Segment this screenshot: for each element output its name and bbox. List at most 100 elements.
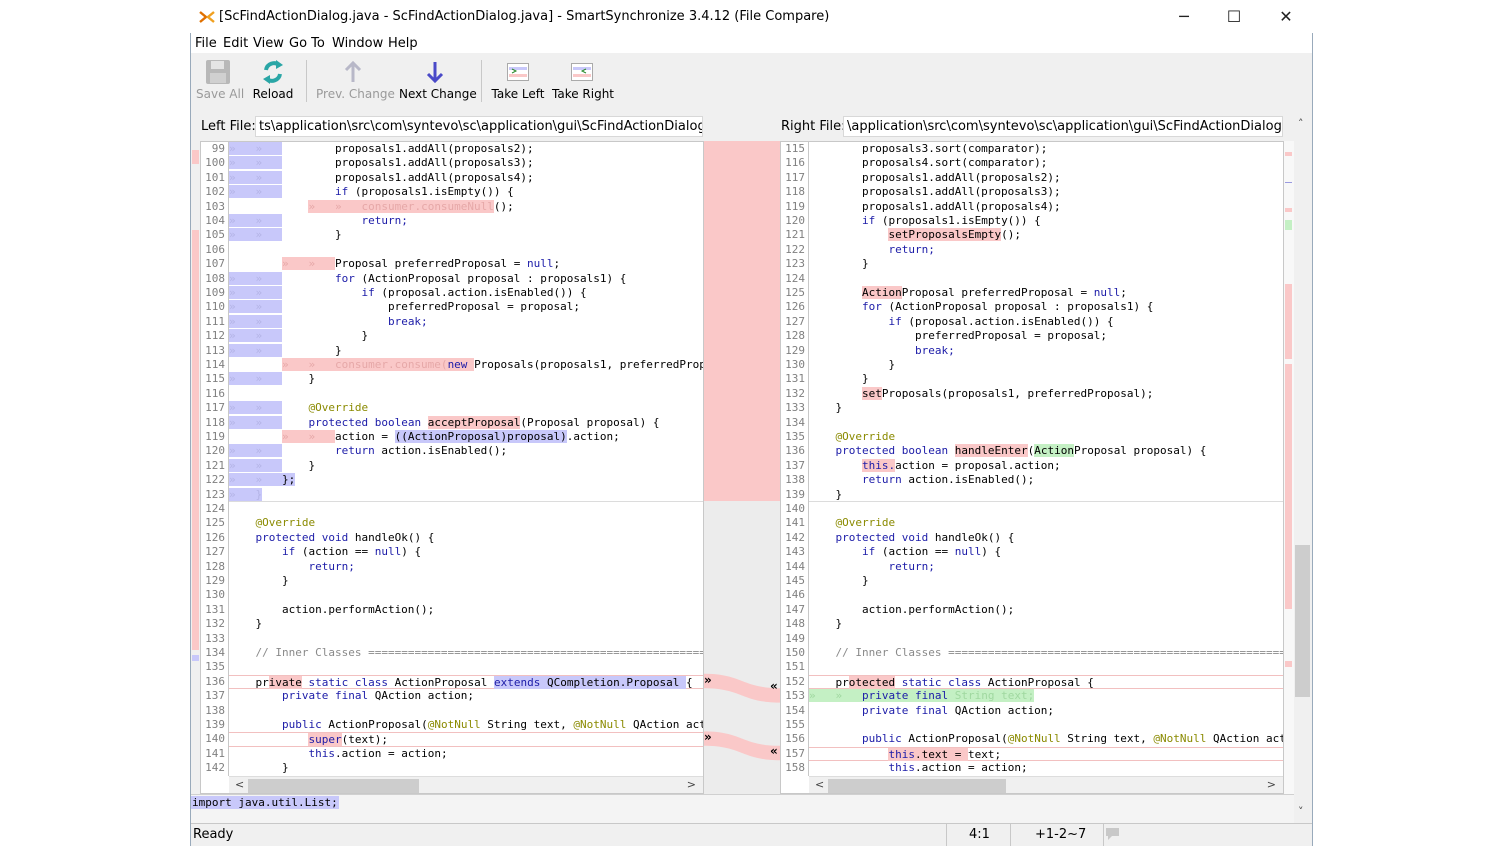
code-line[interactable]: protected boolean handleEnter(ActionProp… bbox=[809, 444, 1283, 458]
right-code[interactable]: proposals3.sort(comparator); proposals4.… bbox=[809, 142, 1284, 776]
code-line[interactable]: » » consumer.consumeNull(); bbox=[229, 199, 703, 214]
code-line[interactable] bbox=[229, 588, 703, 602]
code-line[interactable]: » } bbox=[229, 487, 703, 502]
code-line[interactable]: » » proposals1.addAll(proposals3); bbox=[229, 156, 703, 170]
menu-help[interactable]: Help bbox=[388, 36, 418, 51]
close-button[interactable]: ✕ bbox=[1263, 4, 1309, 30]
code-line[interactable] bbox=[809, 416, 1283, 430]
code-line[interactable]: » » consumer.consume(new Proposals(propo… bbox=[229, 358, 703, 372]
code-line[interactable]: } bbox=[809, 358, 1283, 372]
code-line[interactable]: if (proposals1.isEmpty()) { bbox=[809, 214, 1283, 228]
code-line[interactable]: » » if (proposal.action.isEnabled()) { bbox=[229, 286, 703, 300]
reload-button[interactable]: Reload bbox=[252, 58, 294, 101]
code-line[interactable] bbox=[809, 660, 1283, 674]
code-line[interactable]: protected static class ActionProposal { bbox=[809, 674, 1283, 690]
code-line[interactable] bbox=[809, 718, 1283, 732]
code-line[interactable]: » » private final String text; bbox=[809, 689, 1283, 703]
code-line[interactable] bbox=[809, 502, 1283, 516]
take-left-arrow[interactable]: « bbox=[770, 744, 778, 758]
scrollbar-thumb[interactable] bbox=[828, 779, 1006, 793]
prev-change-button[interactable]: Prev. Change bbox=[316, 58, 395, 101]
code-line[interactable]: public ActionProposal(@NotNull String te… bbox=[809, 732, 1283, 746]
code-line[interactable]: » » return action.isEnabled(); bbox=[229, 444, 703, 458]
code-line[interactable]: » » break; bbox=[229, 314, 703, 329]
take-left-arrow[interactable]: « bbox=[770, 679, 778, 693]
code-line[interactable]: setProposals(proposals1, preferredPropos… bbox=[809, 386, 1283, 401]
code-line[interactable]: proposals1.addAll(proposals3); bbox=[809, 185, 1283, 199]
maximize-button[interactable]: ☐ bbox=[1211, 4, 1257, 30]
code-line[interactable]: » » } bbox=[229, 329, 703, 343]
code-line[interactable]: » » protected boolean acceptProposal(Pro… bbox=[229, 415, 703, 430]
menu-file[interactable]: File bbox=[195, 36, 217, 51]
code-line[interactable]: proposals1.addAll(proposals2); bbox=[809, 171, 1283, 185]
right-editor[interactable]: 115 116 117 118 119 120 121 122 123 124 125 126 127 1… bbox=[780, 141, 1284, 794]
code-line[interactable]: » » action = ((ActionProposal)proposal).… bbox=[229, 430, 703, 444]
code-line[interactable]: return; bbox=[809, 243, 1283, 257]
code-line[interactable]: » » } bbox=[229, 458, 703, 473]
code-line[interactable]: return; bbox=[229, 560, 703, 574]
code-line[interactable] bbox=[229, 243, 703, 257]
left-horizontal-scrollbar[interactable]: < > bbox=[229, 776, 703, 793]
code-line[interactable]: » » @Override bbox=[229, 401, 703, 415]
menu-go-to[interactable]: Go To bbox=[289, 36, 325, 51]
code-line[interactable]: this.action = proposal.action; bbox=[809, 458, 1283, 473]
code-line[interactable]: } bbox=[229, 761, 703, 775]
code-line[interactable]: proposals4.sort(comparator); bbox=[809, 156, 1283, 170]
code-line[interactable]: » » proposals1.addAll(proposals2); bbox=[229, 142, 703, 156]
scrollbar-thumb[interactable] bbox=[1295, 545, 1310, 697]
scrollbar-thumb[interactable] bbox=[248, 779, 419, 793]
right-overview-ruler[interactable] bbox=[1284, 141, 1294, 794]
take-left-button[interactable]: Take Left bbox=[491, 58, 545, 101]
code-line[interactable]: private static class ActionProposal exte… bbox=[229, 674, 703, 690]
scroll-right-arrow[interactable]: > bbox=[1267, 778, 1276, 791]
code-line[interactable]: setProposalsEmpty(); bbox=[809, 228, 1283, 242]
code-line[interactable]: super(text); bbox=[229, 732, 703, 747]
code-line[interactable]: // Inner Classes =======================… bbox=[229, 646, 704, 660]
code-line[interactable]: // Inner Classes =======================… bbox=[809, 646, 1284, 660]
minimize-button[interactable]: ─ bbox=[1161, 4, 1207, 30]
scroll-left-arrow[interactable]: < bbox=[235, 778, 244, 791]
code-line[interactable] bbox=[229, 632, 703, 646]
menu-view[interactable]: View bbox=[253, 36, 284, 51]
take-right-arrow[interactable]: » bbox=[704, 673, 712, 687]
comment-icon[interactable] bbox=[1105, 827, 1120, 841]
code-line[interactable]: public ActionProposal(@NotNull String te… bbox=[229, 718, 703, 732]
code-line[interactable]: return action.isEnabled(); bbox=[809, 473, 1283, 487]
code-line[interactable]: action.performAction(); bbox=[809, 603, 1283, 617]
take-right-button[interactable]: Take Right bbox=[552, 58, 614, 101]
code-line[interactable]: } bbox=[229, 574, 703, 588]
code-line[interactable]: } bbox=[809, 574, 1283, 588]
scroll-down-arrow[interactable]: ˅ bbox=[1298, 805, 1304, 818]
code-line[interactable]: return; bbox=[809, 560, 1283, 574]
code-line[interactable]: action.performAction(); bbox=[229, 603, 703, 617]
code-line[interactable]: » » preferredProposal = proposal; bbox=[229, 300, 703, 314]
code-line[interactable]: } bbox=[229, 617, 703, 631]
code-line[interactable]: for (ActionProposal proposal : proposals… bbox=[809, 300, 1283, 314]
code-line[interactable]: @Override bbox=[809, 430, 1283, 444]
code-line[interactable]: this.action = action; bbox=[809, 761, 1283, 775]
code-line[interactable]: private final QAction action; bbox=[809, 704, 1283, 718]
menu-window[interactable]: Window bbox=[332, 36, 383, 51]
code-line[interactable]: } bbox=[809, 372, 1283, 386]
code-line[interactable]: } bbox=[809, 617, 1283, 631]
code-line[interactable]: ActionProposal preferredProposal = null; bbox=[809, 286, 1283, 300]
code-line[interactable]: protected void handleOk() { bbox=[809, 531, 1283, 545]
code-line[interactable]: preferredProposal = proposal; bbox=[809, 329, 1283, 343]
vertical-scrollbar[interactable]: ˄ ˅ bbox=[1294, 115, 1311, 825]
code-line[interactable]: if (action == null) { bbox=[809, 545, 1283, 559]
code-line[interactable]: » » for (ActionProposal proposal : propo… bbox=[229, 271, 703, 286]
code-line[interactable]: » » }; bbox=[229, 473, 703, 487]
left-code[interactable]: » » proposals1.addAll(proposals2);» » pr… bbox=[229, 142, 704, 776]
code-line[interactable]: » » } bbox=[229, 228, 703, 242]
code-line[interactable]: » » } bbox=[229, 343, 703, 358]
right-horizontal-scrollbar[interactable]: < > bbox=[809, 776, 1283, 793]
next-change-button[interactable]: Next Change bbox=[399, 58, 477, 101]
code-line[interactable]: if (action == null) { bbox=[229, 545, 703, 559]
code-line[interactable]: if (proposal.action.isEnabled()) { bbox=[809, 315, 1283, 329]
code-line[interactable] bbox=[229, 387, 703, 401]
code-line[interactable] bbox=[809, 632, 1283, 646]
left-editor[interactable]: 99 100 101 102 103 104 105 106 107 108 109 110 111 11… bbox=[200, 141, 704, 794]
menu-edit[interactable]: Edit bbox=[223, 36, 248, 51]
code-line[interactable]: proposals3.sort(comparator); bbox=[809, 142, 1283, 156]
code-line[interactable]: » » Proposal preferredProposal = null; bbox=[229, 257, 703, 271]
